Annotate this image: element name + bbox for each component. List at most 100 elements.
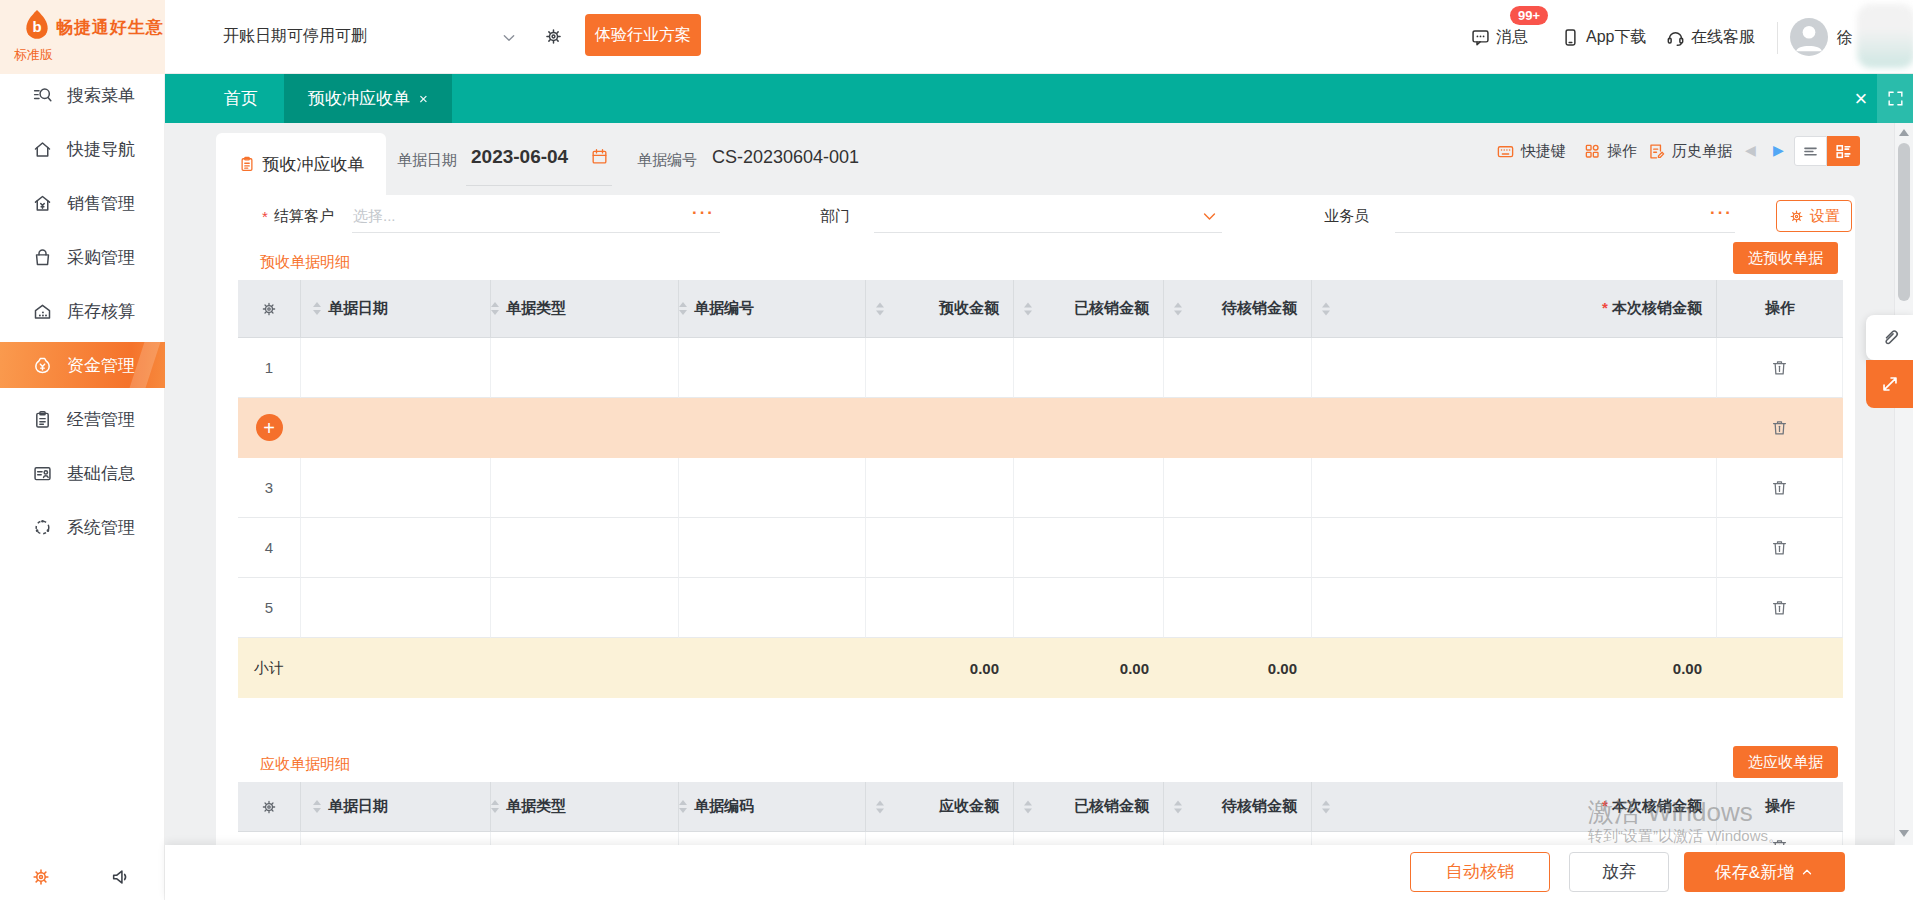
column-header[interactable]: 单据日期 [301, 782, 491, 832]
history-docs-button[interactable]: 历史单据 [1647, 140, 1732, 162]
expand-float-button[interactable] [1866, 360, 1913, 408]
sort-arrows-icon[interactable] [1174, 800, 1182, 813]
list-view-toggle[interactable] [1794, 136, 1827, 166]
online-support-button[interactable]: 在线客服 [1665, 0, 1755, 74]
trash-icon[interactable] [1770, 358, 1789, 377]
table-cell[interactable] [679, 458, 866, 518]
column-header[interactable]: 单据类型 [491, 280, 679, 338]
calendar-icon[interactable] [590, 147, 609, 166]
sort-arrows-icon[interactable] [679, 800, 687, 813]
sort-arrows-icon[interactable] [876, 800, 884, 813]
customer-field-placeholder[interactable]: 选择... [353, 207, 396, 226]
nav-next-icon[interactable]: ▶ [1773, 142, 1784, 158]
table-cell[interactable] [866, 458, 1014, 518]
tab-current-document[interactable]: 预收冲应收单× [284, 74, 452, 123]
table-cell[interactable] [1312, 398, 1717, 458]
table-cell[interactable] [301, 518, 491, 578]
sidebar-item-6[interactable]: 资金管理 [0, 342, 165, 388]
scrollbar-up-arrow[interactable] [1899, 129, 1909, 136]
table-cell[interactable] [1312, 458, 1717, 518]
trash-icon[interactable] [1770, 418, 1789, 437]
nav-prev-icon[interactable]: ◀ [1745, 142, 1756, 158]
settings-button[interactable]: 设置 [1776, 200, 1852, 232]
app-download-button[interactable]: App下载 [1560, 0, 1646, 74]
table-cell[interactable] [679, 338, 866, 398]
sort-arrows-icon[interactable] [1024, 800, 1032, 813]
sidebar-settings-gear-icon[interactable] [30, 866, 52, 888]
gear-icon[interactable] [543, 26, 564, 47]
sidebar-item-3[interactable]: 销售管理 [0, 180, 165, 226]
table-cell[interactable] [866, 338, 1014, 398]
sort-arrows-icon[interactable] [491, 800, 499, 813]
column-header[interactable]: 待核销金额 [1164, 782, 1312, 832]
tab-home[interactable]: 首页 [210, 74, 272, 123]
auto-writeoff-button[interactable]: 自动核销 [1410, 852, 1550, 892]
salesman-picker-ellipsis[interactable]: ··· [1710, 203, 1733, 223]
sort-arrows-icon[interactable] [1174, 302, 1182, 315]
table-cell[interactable] [1312, 578, 1717, 638]
column-header[interactable]: 已核销金额 [1014, 280, 1164, 338]
column-header[interactable]: 单据编码 [679, 782, 866, 832]
shortcut-keys-button[interactable]: 快捷键 [1496, 140, 1566, 162]
sidebar-item-1[interactable]: 搜索菜单 [0, 72, 165, 118]
column-header[interactable]: 单据编号 [679, 280, 866, 338]
table-cell[interactable] [1312, 518, 1717, 578]
period-selector[interactable]: 开账日期可停用可删 [223, 26, 367, 47]
table-cell[interactable] [866, 518, 1014, 578]
sidebar-item-7[interactable]: 经营管理 [0, 396, 165, 442]
column-header[interactable]: 待核销金额 [1164, 280, 1312, 338]
column-header[interactable]: 单据类型 [491, 782, 679, 832]
table-cell[interactable] [1014, 578, 1164, 638]
sort-arrows-icon[interactable] [1024, 302, 1032, 315]
plus-icon[interactable]: + [256, 414, 283, 441]
table-cell[interactable] [1014, 458, 1164, 518]
table-cell[interactable] [1164, 398, 1312, 458]
table-cell[interactable] [1164, 458, 1312, 518]
sort-arrows-icon[interactable] [313, 800, 321, 813]
avatar[interactable] [1790, 18, 1828, 56]
column-header[interactable]: 应收金额 [866, 782, 1014, 832]
select-receivable-docs-button[interactable]: 选应收单据 [1733, 746, 1838, 778]
customer-picker-ellipsis[interactable]: ··· [692, 203, 715, 223]
sidebar-announcement-icon[interactable] [110, 866, 132, 888]
discard-button[interactable]: 放弃 [1569, 852, 1669, 892]
scrollbar-down-arrow[interactable] [1899, 830, 1909, 837]
table-cell[interactable] [1164, 578, 1312, 638]
doc-date-value[interactable]: 2023-06-04 [471, 146, 568, 168]
table-cell[interactable] [866, 398, 1014, 458]
column-settings-gear[interactable] [238, 280, 301, 338]
sort-arrows-icon[interactable] [313, 302, 321, 315]
column-settings-gear[interactable] [238, 782, 301, 832]
table-cell[interactable] [1014, 398, 1164, 458]
delete-row-button[interactable] [1717, 398, 1843, 458]
trash-icon[interactable] [1770, 598, 1789, 617]
attachment-float-button[interactable] [1866, 315, 1913, 360]
operations-button[interactable]: 操作 [1583, 140, 1637, 162]
column-header[interactable]: 单据日期 [301, 280, 491, 338]
column-header[interactable]: * 本次核销金额 [1312, 280, 1717, 338]
sort-arrows-icon[interactable] [1322, 302, 1330, 315]
table-cell[interactable] [679, 398, 866, 458]
table-cell[interactable] [866, 578, 1014, 638]
table-cell[interactable] [491, 398, 679, 458]
select-prepaid-docs-button[interactable]: 选预收单据 [1733, 242, 1838, 274]
save-and-new-button[interactable]: 保存&新增 [1684, 852, 1845, 892]
tab-close-icon[interactable]: × [419, 90, 428, 107]
table-cell[interactable] [491, 578, 679, 638]
trash-icon[interactable] [1770, 538, 1789, 557]
grid-view-toggle[interactable] [1827, 136, 1860, 166]
delete-row-button[interactable] [1717, 458, 1843, 518]
sidebar-item-5[interactable]: 库存核算 [0, 288, 165, 334]
table-cell[interactable] [491, 338, 679, 398]
sidebar-item-8[interactable]: 基础信息 [0, 450, 165, 496]
table-cell[interactable] [1014, 518, 1164, 578]
trial-plan-button[interactable]: 体验行业方案 [585, 14, 701, 56]
add-row-button[interactable]: + [238, 398, 301, 458]
chevron-down-icon[interactable] [501, 30, 517, 46]
trash-icon[interactable] [1770, 478, 1789, 497]
table-cell[interactable] [1014, 338, 1164, 398]
sort-arrows-icon[interactable] [679, 302, 687, 315]
table-cell[interactable] [1312, 338, 1717, 398]
table-cell[interactable] [1164, 338, 1312, 398]
table-cell[interactable] [301, 338, 491, 398]
